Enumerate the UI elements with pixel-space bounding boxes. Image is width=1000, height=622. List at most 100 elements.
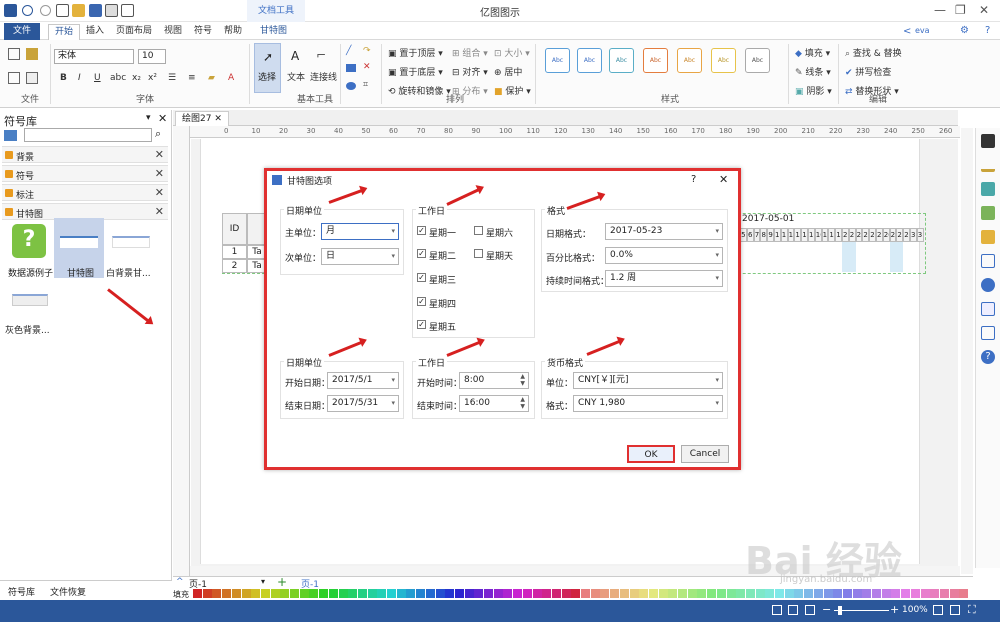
color-swatch[interactable] — [949, 589, 959, 598]
color-swatch[interactable] — [862, 589, 872, 598]
color-swatch[interactable] — [260, 589, 270, 598]
color-swatch[interactable] — [513, 589, 523, 598]
cut-icon[interactable] — [8, 48, 20, 60]
minor-unit-select[interactable]: 日 ▾ — [321, 248, 399, 265]
color-swatch[interactable] — [416, 589, 426, 598]
ok-button[interactable]: OK — [627, 445, 675, 463]
color-swatch[interactable] — [319, 589, 329, 598]
share-icon[interactable]: < — [903, 26, 911, 37]
white-bg-gantt-icon[interactable] — [112, 236, 150, 248]
major-unit-select[interactable]: 月 ▾ — [321, 223, 399, 240]
full-screen-icon[interactable] — [805, 605, 815, 615]
style-1-swatch[interactable]: Abc — [545, 48, 570, 73]
fill-tool-icon[interactable] — [981, 182, 995, 196]
color-swatch[interactable] — [678, 589, 687, 598]
add-page-icon[interactable]: + — [277, 575, 287, 589]
font-color-icon[interactable]: A — [228, 73, 234, 83]
color-swatch[interactable] — [309, 589, 319, 598]
help-icon[interactable]: ? — [985, 25, 990, 36]
data-source-example-icon[interactable]: ? — [12, 224, 46, 258]
page-dropdown-icon[interactable]: ▾ — [261, 577, 265, 586]
color-swatch[interactable] — [551, 589, 561, 598]
library-row-callouts[interactable]: 标注 ✕ — [2, 184, 168, 201]
color-swatch[interactable] — [600, 589, 610, 598]
color-swatch[interactable] — [590, 589, 600, 598]
duration-format-select[interactable]: 1.2 周 ▾ — [605, 270, 723, 287]
zoom-actual-icon[interactable] — [950, 605, 960, 615]
line-button[interactable]: ✎ 线条 ▾ — [795, 65, 831, 78]
image-tool-icon[interactable] — [981, 206, 995, 220]
tab-symbol-library[interactable]: 符号库 — [8, 585, 35, 598]
color-swatch[interactable] — [697, 589, 707, 598]
zoom-in-button[interactable]: + — [890, 603, 899, 616]
color-swatch[interactable] — [571, 589, 581, 598]
restore-button[interactable]: ❐ — [955, 3, 966, 17]
style-6-swatch[interactable]: Abc — [711, 48, 736, 73]
color-swatch[interactable] — [852, 589, 862, 598]
color-swatch[interactable] — [881, 589, 891, 598]
dialog-help-button[interactable]: ? — [691, 174, 696, 185]
color-swatch[interactable] — [503, 589, 513, 598]
color-swatch[interactable] — [561, 589, 571, 598]
strikethrough-button[interactable]: abc — [110, 73, 126, 83]
document-tool-icon[interactable] — [981, 302, 995, 316]
color-swatch[interactable] — [668, 589, 678, 598]
color-swatch[interactable] — [610, 589, 620, 598]
color-swatch[interactable] — [290, 589, 299, 598]
color-swatch[interactable] — [833, 589, 843, 598]
fill-button[interactable]: ◆ 填充 ▾ — [795, 46, 830, 59]
color-swatch[interactable] — [581, 589, 590, 598]
tab-gantt[interactable]: 甘特图 — [254, 24, 293, 40]
currency-format-select[interactable]: CNY 1,980 ▾ — [573, 395, 723, 412]
color-swatch[interactable] — [387, 589, 396, 598]
color-swatch[interactable] — [280, 589, 290, 598]
saturday-checkbox[interactable] — [474, 226, 483, 235]
color-swatch[interactable] — [823, 589, 833, 598]
color-swatch[interactable] — [328, 589, 338, 598]
color-swatch[interactable] — [425, 589, 435, 598]
color-swatch[interactable] — [338, 589, 348, 598]
page-view-icon[interactable] — [772, 605, 782, 615]
monday-checkbox[interactable]: ✓ — [417, 226, 426, 235]
end-date-picker[interactable]: 2017/5/31 ▾ — [327, 395, 399, 412]
tab-file-recovery[interactable]: 文件恢复 — [50, 585, 86, 598]
font-size-select[interactable]: 10 — [138, 49, 166, 64]
color-swatch[interactable] — [872, 589, 881, 598]
color-swatch[interactable] — [755, 589, 765, 598]
ellipse-tool-icon[interactable] — [346, 82, 356, 90]
vertical-scrollbar[interactable] — [961, 128, 973, 574]
document-tab[interactable]: 绘图27 ✕ — [175, 111, 229, 126]
select-tool-button[interactable]: ➚ 选择 — [254, 43, 281, 93]
font-name-select[interactable]: 宋体 — [54, 49, 134, 64]
format-painter-tool-icon[interactable] — [981, 134, 995, 148]
align-button[interactable]: ⊟ 对齐 ▾ — [452, 65, 488, 78]
underline-button[interactable]: U — [94, 73, 101, 83]
color-swatch[interactable] — [930, 589, 940, 598]
color-swatch[interactable] — [648, 589, 658, 598]
thursday-checkbox[interactable]: ✓ — [417, 297, 426, 306]
align-icon[interactable]: ≡ — [188, 73, 196, 83]
size-button[interactable]: ⊡ 大小 ▾ — [494, 46, 530, 59]
zoom-slider-handle[interactable] — [838, 606, 842, 615]
color-swatch[interactable] — [348, 589, 358, 598]
color-swatch[interactable] — [959, 589, 969, 598]
page-tool-icon[interactable] — [981, 254, 995, 268]
color-swatch[interactable] — [241, 589, 251, 598]
format-painter-icon[interactable] — [26, 48, 38, 60]
tab-close-icon[interactable]: ✕ — [214, 114, 222, 124]
color-swatch[interactable] — [736, 589, 746, 598]
tab-file[interactable]: 文件 — [4, 23, 40, 40]
search-icon[interactable]: ⌕ — [155, 127, 161, 141]
color-swatch[interactable] — [474, 589, 484, 598]
color-swatch[interactable] — [726, 589, 736, 598]
library-search-input[interactable] — [24, 128, 152, 142]
start-date-picker[interactable]: 2017/5/1 ▾ — [327, 372, 399, 389]
date-format-select[interactable]: 2017-05-23 ▾ — [605, 223, 723, 240]
color-palette[interactable]: 填充 — [173, 588, 973, 599]
color-swatch[interactable] — [707, 589, 717, 598]
friday-checkbox[interactable]: ✓ — [417, 320, 426, 329]
panel-close-icon[interactable]: ✕ — [158, 112, 167, 125]
color-swatch[interactable] — [687, 589, 697, 598]
crop-tool-icon[interactable]: ⌗ — [363, 80, 368, 90]
minimize-button[interactable]: — — [934, 3, 946, 17]
